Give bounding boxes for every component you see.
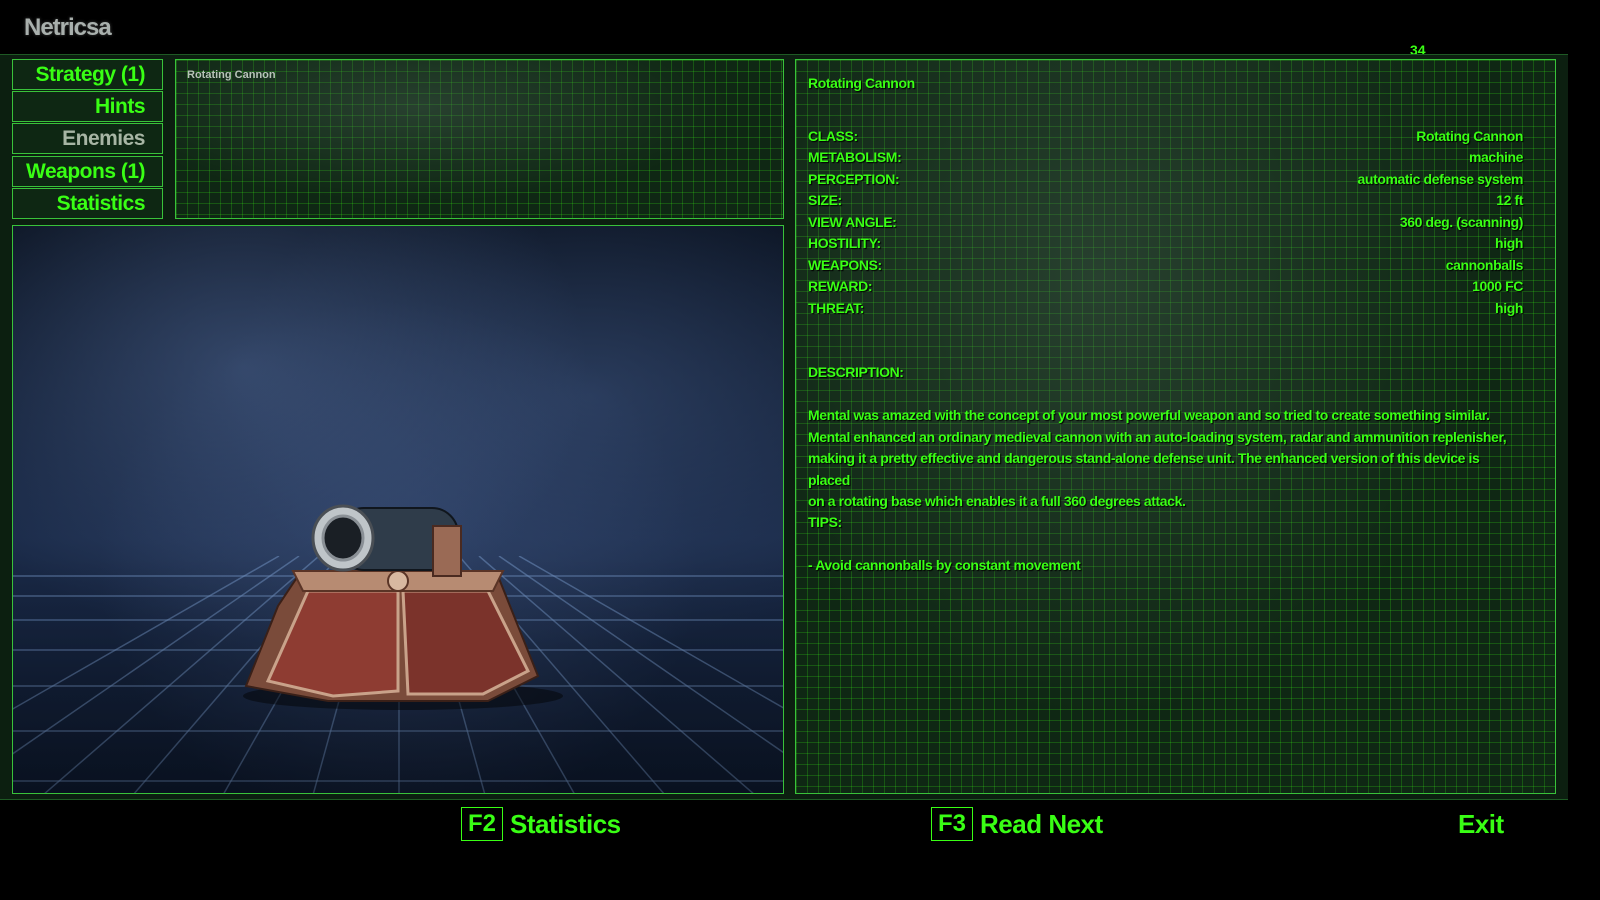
read-next-label: Read Next [980, 808, 1103, 839]
field-size: SIZE: 12 ft [808, 192, 1523, 213]
model-viewport[interactable] [12, 225, 784, 794]
tips-label: TIPS: [808, 514, 842, 530]
exit-button[interactable]: Exit [1458, 806, 1504, 842]
field-value: 1000 FC [1472, 278, 1523, 294]
description-line: making it a pretty effective and dangero… [808, 450, 1480, 488]
menu-hints[interactable]: Hints [12, 91, 163, 122]
entry-list-panel: Rotating Cannon [175, 59, 784, 219]
description-line: Mental enhanced an ordinary medieval can… [808, 428, 1507, 445]
entry-list-item[interactable]: Rotating Cannon [187, 69, 276, 81]
field-metabolism: METABOLISM: machine [808, 149, 1523, 170]
description-line: Mental was amazed with the concept of yo… [808, 407, 1490, 423]
menu-strategy[interactable]: Strategy (1) [12, 59, 163, 90]
rotating-cannon-model [243, 504, 563, 710]
description-line: on a rotating base which enables it a fu… [808, 493, 1186, 509]
field-key: THREAT: [808, 300, 865, 316]
field-key: METABOLISM: [808, 149, 902, 165]
field-weapons: WEAPONS: cannonballs [808, 257, 1523, 278]
field-value: automatic defense system [1357, 171, 1524, 187]
field-value: machine [1469, 149, 1523, 165]
field-class: CLASS: Rotating Cannon [808, 128, 1523, 149]
field-key: REWARD: [808, 278, 873, 294]
field-value: high [1495, 235, 1523, 251]
field-threat: THREAT: high [808, 300, 1523, 321]
info-panel: Rotating Cannon CLASS: Rotating Cannon M… [795, 59, 1556, 794]
field-key: VIEW ANGLE: [808, 214, 897, 230]
field-perception: PERCEPTION: automatic defense system [808, 171, 1523, 192]
menu-weapons[interactable]: Weapons (1) [12, 156, 163, 187]
field-reward: REWARD: 1000 FC [808, 278, 1523, 299]
description-label: DESCRIPTION: [808, 364, 904, 380]
field-key: SIZE: [808, 192, 842, 208]
f2-key: F2 [461, 807, 504, 841]
field-key: PERCEPTION: [808, 171, 900, 187]
field-key: HOSTILITY: [808, 235, 881, 251]
f3-key: F3 [931, 807, 974, 841]
field-value: cannonballs [1445, 257, 1524, 273]
field-view-angle: VIEW ANGLE: 360 deg. (scanning) [808, 214, 1523, 235]
tips-text: - Avoid cannonballs by constant movement [808, 557, 1081, 573]
netricsa-title: Netricsa [24, 14, 112, 41]
field-key: WEAPONS: [808, 257, 882, 273]
field-value: high [1495, 300, 1523, 316]
menu-statistics[interactable]: Statistics [12, 188, 163, 219]
field-value: 12 ft [1496, 192, 1523, 208]
read-next-button[interactable]: F3 Read Next [931, 806, 1103, 842]
description-text: Mental was amazed with the concept of yo… [808, 405, 1523, 513]
field-key: CLASS: [808, 128, 858, 144]
statistics-label: Statistics [510, 808, 621, 839]
field-value: 360 deg. (scanning) [1399, 214, 1524, 230]
menu-enemies[interactable]: Enemies [12, 123, 163, 154]
field-value: Rotating Cannon [1416, 128, 1523, 144]
field-hostility: HOSTILITY: high [808, 235, 1523, 256]
info-title: Rotating Cannon [808, 75, 915, 91]
statistics-button[interactable]: F2 Statistics [461, 806, 621, 842]
exit-label: Exit [1458, 808, 1504, 839]
